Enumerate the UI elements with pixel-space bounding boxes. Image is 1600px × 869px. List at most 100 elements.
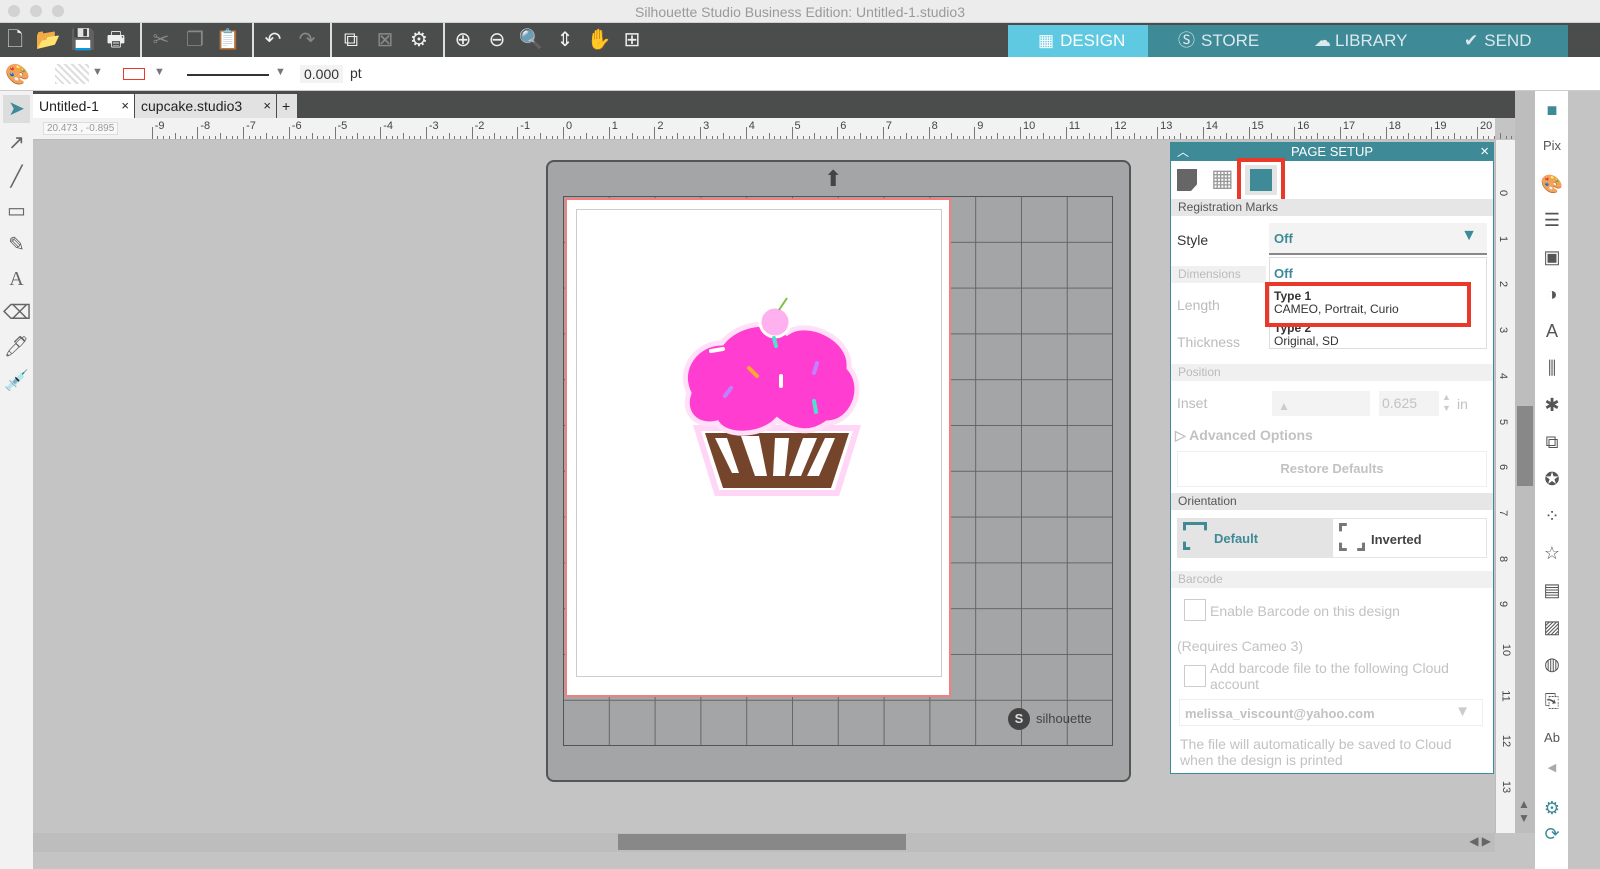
- new-file-icon[interactable]: 🗋: [2, 27, 28, 53]
- ruler-tick: [500, 136, 502, 139]
- line-tool-icon[interactable]: ╱: [3, 163, 30, 191]
- line-color-swatch[interactable]: [123, 68, 145, 80]
- pixscan-icon[interactable]: Pix: [1539, 133, 1565, 159]
- ruler-label: 13: [1500, 780, 1513, 794]
- option-off[interactable]: Off: [1274, 266, 1293, 281]
- copy-icon[interactable]: ❐: [182, 27, 208, 53]
- page-setup-icon[interactable]: ■: [1539, 97, 1565, 123]
- print-icon[interactable]: 🖶: [103, 27, 129, 53]
- save-icon[interactable]: 💾: [70, 27, 96, 53]
- collapse-icon[interactable]: ︿: [1177, 143, 1189, 161]
- nav-store[interactable]: Ⓢ STORE: [1148, 25, 1288, 57]
- nav-send[interactable]: ✔ SEND: [1438, 25, 1568, 57]
- text-style-icon[interactable]: A: [1539, 318, 1565, 344]
- align-icon[interactable]: ⫼: [1539, 355, 1565, 381]
- pan-down-icon[interactable]: ⇕: [552, 27, 578, 53]
- grid-tab-icon[interactable]: ▦: [1211, 167, 1234, 191]
- ruler-tick: [1168, 136, 1170, 139]
- zoom-select-icon[interactable]: 🔍: [518, 27, 544, 53]
- stroke-width-input[interactable]: 0.000: [300, 65, 344, 83]
- hand-icon[interactable]: ✋: [586, 27, 612, 53]
- group-icon[interactable]: ⧉: [338, 27, 364, 53]
- enable-barcode-checkbox[interactable]: [1184, 599, 1206, 621]
- line-style-icon[interactable]: ☰: [1539, 207, 1565, 233]
- line-style-preview[interactable]: [187, 74, 269, 76]
- pencil-tool-icon[interactable]: ✎: [3, 231, 30, 259]
- horizontal-scrollbar[interactable]: ◀ ▶: [33, 833, 1495, 852]
- palette-icon[interactable]: 🎨: [5, 62, 30, 87]
- ruler-tick: [1357, 136, 1359, 139]
- ruler-tick: [642, 136, 644, 139]
- zoom-out-icon[interactable]: ⊖: [484, 27, 510, 53]
- close-icon[interactable]: ×: [121, 94, 129, 118]
- chevron-down-icon[interactable]: ▼: [92, 66, 103, 78]
- restore-defaults-button[interactable]: Restore Defaults: [1177, 451, 1487, 487]
- image-effects-icon[interactable]: ▣: [1539, 244, 1565, 270]
- page-tab-icon[interactable]: [1177, 169, 1197, 191]
- orientation-default-button[interactable]: Default: [1177, 518, 1332, 558]
- inset-stepper[interactable]: ▲ ▼: [1442, 392, 1451, 414]
- close-icon[interactable]: ×: [263, 94, 271, 118]
- nav-design[interactable]: ▦ DESIGN: [1008, 25, 1148, 57]
- ruler-tick: [357, 133, 359, 139]
- nav-library[interactable]: ☁ LIBRARY: [1288, 25, 1438, 57]
- ruler-label: 17: [1342, 120, 1356, 132]
- vertical-scrollbar[interactable]: ▲ ▼: [1515, 91, 1535, 833]
- ruler-tick: [974, 127, 976, 139]
- sketch-icon[interactable]: ▨: [1539, 614, 1565, 640]
- chevron-down-icon[interactable]: ▼: [154, 66, 165, 78]
- globe-icon[interactable]: ◍: [1539, 651, 1565, 677]
- cupcake-design[interactable]: [677, 288, 877, 503]
- fill-pattern-swatch[interactable]: [55, 64, 89, 84]
- ruler-tick: [682, 136, 684, 139]
- add-tab-button[interactable]: +: [277, 94, 297, 118]
- fill-color-icon[interactable]: 🎨: [1539, 171, 1565, 197]
- contrast-icon[interactable]: ◑: [1539, 281, 1565, 307]
- paste-icon[interactable]: 📋: [215, 27, 241, 53]
- font-icon[interactable]: Ab: [1539, 725, 1565, 751]
- zoom-in-icon[interactable]: ⊕: [450, 27, 476, 53]
- ungroup-icon[interactable]: ⊠: [372, 27, 398, 53]
- select-tool-icon[interactable]: ➤: [3, 95, 30, 123]
- point-edit-tool-icon[interactable]: ↗: [3, 129, 30, 157]
- ruler-tick: [814, 133, 816, 139]
- open-folder-icon[interactable]: 📂: [35, 27, 61, 53]
- cut-icon[interactable]: ✂: [148, 27, 174, 53]
- collapse-arrow-icon[interactable]: ◀: [1539, 755, 1565, 781]
- eyedropper-tool-icon[interactable]: 💉: [3, 367, 30, 395]
- chevron-down-icon[interactable]: ▼: [275, 66, 286, 78]
- ruler-tick: [1454, 133, 1456, 139]
- offset-icon[interactable]: ✪: [1539, 466, 1565, 492]
- redo-icon[interactable]: ↷: [294, 27, 320, 53]
- orientation-inverted-button[interactable]: Inverted: [1332, 518, 1487, 558]
- eraser-tool-icon[interactable]: ⌫: [3, 299, 31, 327]
- design-page[interactable]: [565, 198, 951, 697]
- inset-input[interactable]: 0.625: [1379, 391, 1439, 416]
- transform-icon[interactable]: ✱: [1539, 392, 1565, 418]
- library-icon[interactable]: ⎘: [1539, 688, 1565, 714]
- close-icon[interactable]: ×: [1480, 143, 1489, 161]
- advanced-options-toggle[interactable]: ▷ Advanced Options: [1175, 427, 1313, 444]
- style-select[interactable]: Off ▼: [1269, 223, 1487, 255]
- modify-icon[interactable]: ⧉: [1539, 429, 1565, 455]
- stroke-unit: pt: [350, 65, 362, 81]
- rectangle-tool-icon[interactable]: ▭: [3, 197, 30, 225]
- fit-page-icon[interactable]: ⊞: [619, 27, 645, 53]
- settings-gear-icon[interactable]: ⚙: [1539, 795, 1565, 821]
- trace-icon[interactable]: ▤: [1539, 577, 1565, 603]
- text-tool-icon[interactable]: A: [3, 265, 30, 293]
- mat-brand: Ssilhouette: [1008, 708, 1092, 730]
- inset-slider[interactable]: ▲: [1272, 391, 1370, 416]
- tab-untitled-1[interactable]: Untitled-1 ×: [33, 94, 134, 118]
- silhouette-s-icon: Ⓢ: [1178, 31, 1195, 50]
- cloud-account-select[interactable]: melissa_viscount@yahoo.com ▼: [1179, 699, 1483, 726]
- tab-cupcake[interactable]: cupcake.studio3 ×: [135, 94, 276, 118]
- sync-icon[interactable]: ⟳: [1539, 821, 1565, 847]
- undo-icon[interactable]: ↶: [260, 27, 286, 53]
- replicate-icon[interactable]: ⁘: [1539, 503, 1565, 529]
- release-compound-icon[interactable]: ⚙: [406, 27, 432, 53]
- star-icon[interactable]: ☆: [1539, 540, 1565, 566]
- knife-tool-icon[interactable]: 🖊: [3, 333, 30, 361]
- add-barcode-checkbox[interactable]: [1184, 665, 1206, 687]
- ruler-tick: [917, 136, 919, 139]
